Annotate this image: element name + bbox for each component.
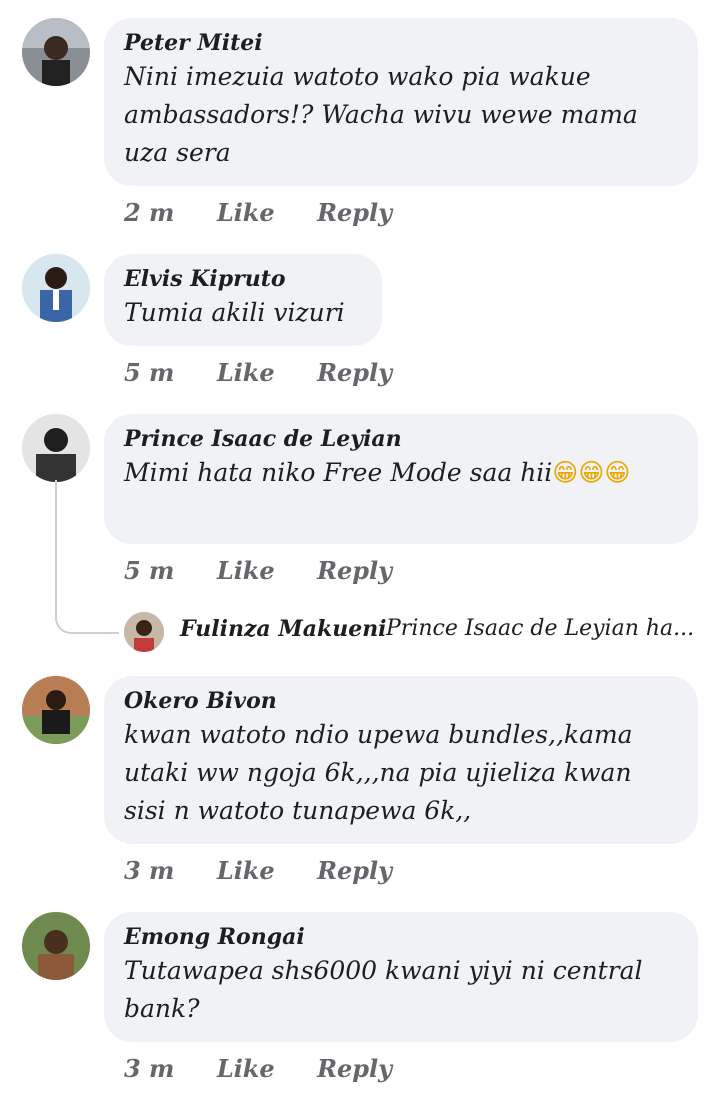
comment-actions: 3 m Like Reply	[124, 856, 426, 885]
avatar-image	[124, 612, 164, 652]
reply-button[interactable]: Reply	[317, 856, 392, 885]
reply-button[interactable]: Reply	[317, 556, 392, 585]
avatar[interactable]	[22, 912, 90, 980]
avatar-image	[22, 912, 90, 980]
avatar-image	[22, 414, 90, 482]
avatar-image	[22, 18, 90, 86]
comment-text: Nini imezuia watoto wako pia wakue ambas…	[124, 62, 646, 167]
comment-text: Tutawapea shs6000 kwani yiyi ni central …	[124, 956, 651, 1023]
comment-bubble: Elvis Kipruto Tumia akili vizuri	[104, 254, 382, 346]
reply-preview[interactable]: Fulinza Makueni Prince Isaac de Leyian h…	[124, 612, 714, 652]
comment-text-body: Mimi hata niko Free Mode saa hii	[124, 458, 553, 487]
comment-time: 2 m	[124, 198, 175, 227]
comment-text: Tumia akili vizuri	[124, 298, 345, 327]
comment-author[interactable]: Peter Mitei	[124, 28, 678, 58]
avatar[interactable]	[124, 612, 164, 652]
like-button[interactable]: Like	[217, 358, 275, 387]
comment-author[interactable]: Emong Rongai	[124, 922, 678, 952]
comment-actions: 2 m Like Reply	[124, 198, 426, 227]
grin-emoji-icon: 😁😁😁	[552, 458, 631, 487]
comment-time: 5 m	[124, 358, 175, 387]
reply-button[interactable]: Reply	[317, 1054, 392, 1083]
comment-bubble: Prince Isaac de Leyian Mimi hata niko Fr…	[104, 414, 698, 544]
comment-bubble: Okero Bivon kwan watoto ndio upewa bundl…	[104, 676, 698, 844]
comment-text: Mimi hata niko Free Mode saa hii😁😁😁	[124, 454, 678, 492]
comment-author[interactable]: Elvis Kipruto	[124, 264, 362, 294]
reply-button[interactable]: Reply	[317, 358, 392, 387]
comment-text: kwan watoto ndio upewa bundles,,kama uta…	[124, 720, 641, 825]
reply-thread-line	[55, 480, 119, 634]
avatar[interactable]	[22, 254, 90, 322]
reply-text: Prince Isaac de Leyian ha...	[386, 616, 695, 641]
avatar[interactable]	[22, 18, 90, 86]
comment-time: 5 m	[124, 556, 175, 585]
comment-bubble: Peter Mitei Nini imezuia watoto wako pia…	[104, 18, 698, 186]
avatar[interactable]	[22, 414, 90, 482]
comment-actions: 3 m Like Reply	[124, 1054, 426, 1083]
like-button[interactable]: Like	[217, 198, 275, 227]
avatar[interactable]	[22, 676, 90, 744]
comment-author[interactable]: Prince Isaac de Leyian	[124, 424, 678, 454]
like-button[interactable]: Like	[217, 556, 275, 585]
comment-actions: 5 m Like Reply	[124, 358, 426, 387]
comment-bubble: Emong Rongai Tutawapea shs6000 kwani yiy…	[104, 912, 698, 1042]
like-button[interactable]: Like	[217, 856, 275, 885]
comment-time: 3 m	[124, 856, 175, 885]
comment-author[interactable]: Okero Bivon	[124, 686, 678, 716]
comment-time: 3 m	[124, 1054, 175, 1083]
avatar-image	[22, 254, 90, 322]
like-button[interactable]: Like	[217, 1054, 275, 1083]
reply-author[interactable]: Fulinza Makueni	[180, 616, 387, 642]
avatar-image	[22, 676, 90, 744]
comment-actions: 5 m Like Reply	[124, 556, 426, 585]
reply-button[interactable]: Reply	[317, 198, 392, 227]
